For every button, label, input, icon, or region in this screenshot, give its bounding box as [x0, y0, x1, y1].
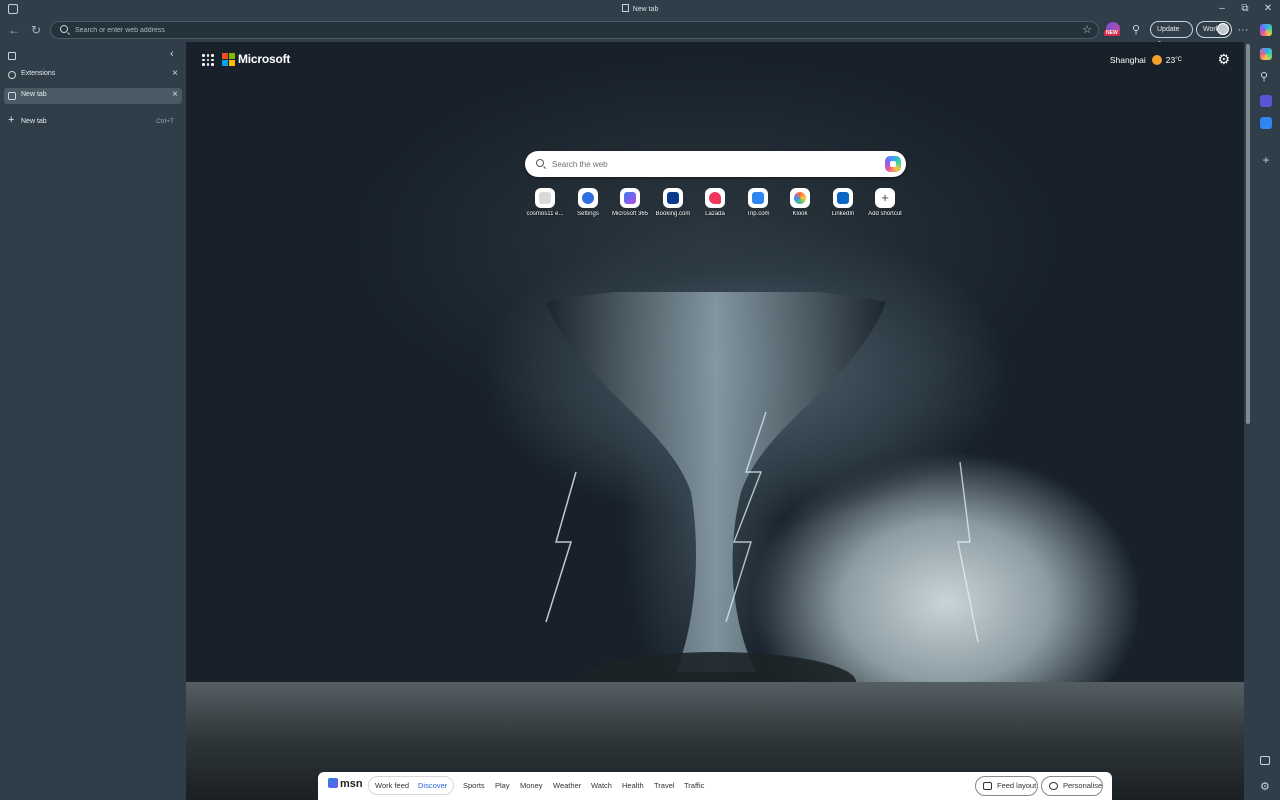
plus-icon: +: [8, 114, 15, 126]
microsoft-brand: Microsoft: [238, 52, 291, 66]
weather-temp: 23: [1165, 55, 1176, 65]
personalise-button[interactable]: Personalise: [1041, 776, 1103, 796]
trip-icon: [748, 188, 768, 208]
shortcut-klook[interactable]: Klook: [779, 188, 821, 217]
collapse-sidebar-button[interactable]: ‹: [170, 48, 174, 60]
msn-link-health[interactable]: Health: [622, 781, 644, 790]
tab-extensions[interactable]: Extensions ×: [4, 67, 182, 83]
plus-icon: +: [875, 188, 895, 208]
hide-sidebar-icon[interactable]: [1260, 756, 1270, 765]
weather-unit: °C: [1175, 57, 1182, 63]
address-bar[interactable]: ☆: [50, 21, 1099, 39]
new-tab-button[interactable]: + New tab Ctrl+T: [4, 114, 182, 130]
feed-toggle: Work feed Discover: [368, 776, 454, 795]
tab-new-tab[interactable]: New tab ×: [4, 88, 182, 104]
avatar: [1217, 23, 1229, 35]
title-bar: New tab – ⧉ ✕: [0, 0, 1280, 18]
feed-layout-button[interactable]: Feed layout: [975, 776, 1038, 796]
minimize-button[interactable]: –: [1211, 2, 1233, 16]
msn-link-watch[interactable]: Watch: [591, 781, 612, 790]
close-tab-button[interactable]: ×: [172, 89, 178, 100]
layout-icon: [983, 782, 992, 790]
restore-button[interactable]: ⧉: [1234, 2, 1256, 16]
linkedin-icon: [833, 188, 853, 208]
msn-butterfly-icon: [328, 778, 338, 788]
shortcut-microsoft-365[interactable]: Microsoft 365: [609, 188, 651, 217]
tab-icon: [621, 4, 629, 12]
refresh-button[interactable]: ↻: [28, 22, 44, 38]
shortcut-booking[interactable]: Booking.com: [652, 188, 694, 217]
page-settings-gear-icon[interactable]: ⚙: [1217, 51, 1230, 68]
msn-link-traffic[interactable]: Traffic: [684, 781, 704, 790]
vertical-tabs-sidebar: ‹ Extensions × New tab × + New tab Ctrl+…: [0, 42, 186, 800]
close-tab-button[interactable]: ×: [172, 68, 178, 79]
msn-link-play[interactable]: Play: [495, 781, 510, 790]
office-icon[interactable]: [1260, 95, 1272, 107]
msn-link-sports[interactable]: Sports: [463, 781, 485, 790]
page-scrollbar[interactable]: [1246, 44, 1250, 424]
add-shortcut-button[interactable]: + Add shortcut: [864, 188, 906, 217]
outlook-icon[interactable]: [1260, 117, 1272, 129]
booking-icon: [663, 188, 683, 208]
m365-icon: [620, 188, 640, 208]
shortcut-trip[interactable]: Trip.com: [737, 188, 779, 217]
shortcut-lazada[interactable]: Lazada: [694, 188, 736, 217]
copilot-icon[interactable]: [1260, 24, 1272, 36]
search-icon[interactable]: ⚲: [1260, 71, 1272, 83]
window-title: New tab: [0, 4, 1280, 13]
msn-link-weather[interactable]: Weather: [553, 781, 581, 790]
shortcut-linkedin[interactable]: LinkedIn: [822, 188, 864, 217]
sparkle-icon: [1049, 782, 1058, 790]
sunny-icon: [1151, 55, 1162, 65]
weather-widget[interactable]: Shanghai 23°C: [1110, 55, 1182, 65]
tab-actions-icon[interactable]: [8, 52, 16, 60]
cosmos-icon: [535, 188, 555, 208]
extensions-icon: [8, 71, 16, 79]
msn-feed-bar: msn Work feed Discover Sports Play Money…: [318, 772, 1112, 800]
msn-link-travel[interactable]: Travel: [654, 781, 675, 790]
discover-tab[interactable]: Discover: [418, 781, 447, 790]
copilot-mode-icon[interactable]: [1260, 48, 1272, 60]
app-launcher-icon[interactable]: [202, 54, 214, 66]
profile-button[interactable]: Work: [1196, 21, 1232, 38]
lazada-icon: [705, 188, 725, 208]
new-tab-page-icon: [8, 92, 16, 100]
settings-app-icon: [578, 188, 598, 208]
update-button[interactable]: Update ⟳: [1150, 21, 1193, 48]
work-feed-tab[interactable]: Work feed: [375, 781, 409, 790]
web-search-input[interactable]: [552, 157, 872, 171]
quick-links: cosmos11 e... Settings Microsoft 365 Boo…: [526, 188, 906, 228]
shortcut-cosmos11[interactable]: cosmos11 e...: [524, 188, 566, 217]
search-icon: [536, 159, 544, 167]
sidebar-settings-gear-icon[interactable]: ⚙: [1260, 781, 1272, 793]
new-tab-page: Microsoft Shanghai 23°C ⚙ cosmos11 e... S…: [186, 42, 1244, 800]
microsoft-logo-icon: [222, 53, 235, 66]
msn-logo[interactable]: msn: [328, 778, 363, 790]
address-input[interactable]: [75, 24, 975, 37]
browser-toolbar: ← ↻ ☆: [0, 18, 1280, 42]
klook-icon: [790, 188, 810, 208]
favorite-star-icon[interactable]: ☆: [1082, 23, 1092, 36]
add-app-icon[interactable]: +: [1260, 154, 1272, 166]
copilot-extension-icon[interactable]: NEW: [1104, 22, 1120, 36]
weather-city: Shanghai: [1109, 55, 1146, 65]
web-search-box[interactable]: [525, 151, 906, 177]
copilot-icon[interactable]: [885, 156, 901, 172]
shortcut-settings[interactable]: Settings: [567, 188, 609, 217]
extensions-icon[interactable]: ⚲: [1130, 22, 1142, 38]
msn-link-money[interactable]: Money: [520, 781, 543, 790]
back-button[interactable]: ←: [6, 22, 22, 38]
more-menu-button[interactable]: ···: [1236, 22, 1250, 38]
search-icon: [60, 25, 68, 33]
close-window-button[interactable]: ✕: [1257, 2, 1279, 16]
